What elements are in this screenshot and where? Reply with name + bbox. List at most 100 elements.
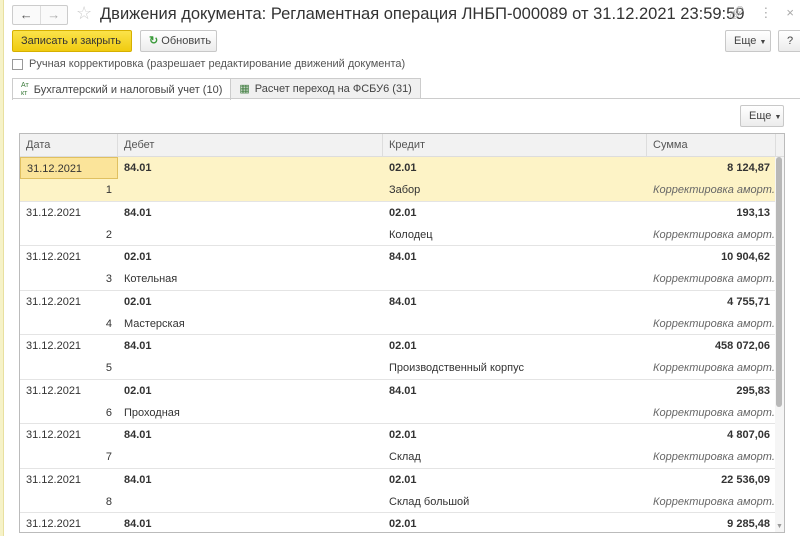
cell-content[interactable]: Корректировка аморт...	[647, 224, 776, 246]
cell-debit-subconto[interactable]	[118, 179, 383, 201]
cell-debit-subconto[interactable]	[118, 446, 383, 468]
page-title: Движения документа: Регламентная операци…	[100, 5, 745, 23]
cell-credit[interactable]: 02.01	[383, 157, 647, 179]
cell-date[interactable]: 31.12.2021	[20, 469, 118, 491]
cell-debit-subconto[interactable]	[118, 491, 383, 513]
cell-row-number: 3	[105, 273, 112, 285]
cell-debit-subconto[interactable]: Котельная	[118, 268, 383, 290]
column-header-credit[interactable]: Кредит	[383, 134, 647, 156]
cell-debit[interactable]: 84.01	[118, 157, 383, 179]
table-row[interactable]: 31.12.2021 84.01 02.01 8 124,87 1 Забор Корре…	[20, 157, 784, 202]
cell-credit[interactable]: 84.01	[383, 380, 647, 402]
cell-credit-subconto[interactable]: Колодец	[383, 224, 647, 246]
cell-debit-subconto[interactable]: Проходная	[118, 402, 383, 424]
cell-credit-subconto[interactable]: Склад большой	[383, 491, 647, 513]
cell-content[interactable]: Корректировка аморт...	[647, 313, 776, 335]
cell-debit-subconto[interactable]	[118, 357, 383, 379]
cell-row-number: 6	[105, 406, 112, 419]
table-row[interactable]: 31.12.2021 84.01 02.01 4 807,06 7 Склад Корре…	[20, 424, 784, 469]
cell-row-number: 5	[105, 362, 112, 374]
cell-row-number: 1	[105, 184, 112, 196]
help-button[interactable]: ?	[778, 30, 800, 52]
cell-date[interactable]: 31.12.2021	[20, 291, 118, 313]
link-icon[interactable]: 🔗︎	[729, 5, 746, 21]
cell-sum[interactable]: 4 755,71	[647, 291, 776, 313]
cell-credit-subconto[interactable]	[383, 402, 647, 424]
cell-date[interactable]: 31.12.2021	[20, 202, 118, 224]
cell-debit[interactable]: 84.01	[118, 469, 383, 491]
cell-credit-subconto[interactable]: Забор	[383, 179, 647, 201]
cell-debit-subconto[interactable]	[118, 224, 383, 246]
cell-credit-subconto[interactable]	[383, 313, 647, 335]
cell-debit[interactable]: 02.01	[118, 380, 383, 402]
cell-date[interactable]: 31.12.2021	[20, 335, 118, 357]
grid-more-button[interactable]: Еще ▼	[740, 105, 784, 127]
cell-sum[interactable]: 193,13	[647, 202, 776, 224]
back-button[interactable]: ←	[13, 6, 40, 24]
close-icon[interactable]: ×	[786, 5, 794, 21]
cell-credit-subconto[interactable]: Производственный корпус	[383, 357, 647, 379]
cell-sum[interactable]: 8 124,87	[647, 157, 776, 179]
table-row[interactable]: 31.12.2021 84.01 02.01 9 285,48	[20, 513, 784, 532]
cell-date[interactable]: 31.12.2021	[20, 246, 118, 268]
cell-debit[interactable]: 84.01	[118, 335, 383, 357]
cell-credit[interactable]: 84.01	[383, 246, 647, 268]
refresh-button[interactable]: ↻ Обновить	[140, 30, 217, 52]
column-header-date[interactable]: Дата	[20, 134, 118, 156]
cell-sum[interactable]: 458 072,06	[647, 335, 776, 357]
table-row[interactable]: 31.12.2021 02.01 84.01 295,83 6 Проходная Кор…	[20, 380, 784, 424]
cell-credit[interactable]: 02.01	[383, 424, 647, 446]
cell-credit-subconto[interactable]	[383, 268, 647, 290]
column-header-sum[interactable]: Сумма	[647, 134, 776, 156]
table-row[interactable]: 31.12.2021 02.01 84.01 10 904,62 3 Котельная…	[20, 246, 784, 291]
cell-debit-subconto[interactable]: Мастерская	[118, 313, 383, 335]
more-button[interactable]: Еще ▼	[725, 30, 771, 52]
cell-content[interactable]: Корректировка аморт...	[647, 491, 776, 513]
cell-credit[interactable]: 02.01	[383, 202, 647, 224]
nav-buttons: ← →	[12, 5, 68, 25]
cell-date[interactable]: 31.12.2021	[20, 513, 118, 532]
cell-content[interactable]: Корректировка аморт...	[647, 179, 776, 201]
more-vert-icon[interactable]: ⋮	[759, 5, 772, 21]
vertical-scrollbar[interactable]: ▼	[775, 157, 784, 532]
cell-date[interactable]: 31.12.2021	[20, 380, 118, 402]
cell-credit[interactable]: 02.01	[383, 513, 647, 532]
cell-debit[interactable]: 84.01	[118, 202, 383, 224]
table-row[interactable]: 31.12.2021 84.01 02.01 458 072,06 5 Производ…	[20, 335, 784, 380]
cell-credit-subconto[interactable]: Склад	[383, 446, 647, 468]
cell-sum[interactable]: 9 285,48	[647, 513, 776, 532]
favorite-star-icon[interactable]: ☆	[76, 3, 92, 24]
scroll-down-icon[interactable]: ▼	[775, 523, 784, 530]
left-edge	[0, 0, 4, 536]
cell-sum[interactable]: 22 536,09	[647, 469, 776, 491]
table-row[interactable]: 31.12.2021 84.01 02.01 193,13 2 Колодец Корре…	[20, 202, 784, 246]
window-controls: 🔗︎ ⋮ ×	[729, 5, 794, 21]
forward-button[interactable]: →	[39, 6, 68, 24]
column-header-debit[interactable]: Дебет	[118, 134, 383, 156]
cell-sum[interactable]: 10 904,62	[647, 246, 776, 268]
manual-correction-checkbox[interactable]: Ручная корректировка (разрешает редактир…	[12, 58, 405, 70]
cell-content[interactable]: Корректировка аморт...	[647, 268, 776, 290]
cell-sum[interactable]: 295,83	[647, 380, 776, 402]
cell-date[interactable]: 31.12.2021	[20, 157, 118, 179]
tab-accounting[interactable]: Ат кт Бухгалтерский и налоговый учет (10)	[12, 78, 232, 100]
tab-fsbu6[interactable]: ▦ Расчет переход на ФСБУ6 (31)	[230, 78, 421, 99]
table-icon: ▦	[239, 83, 250, 95]
cell-debit[interactable]: 02.01	[118, 291, 383, 313]
cell-credit[interactable]: 02.01	[383, 335, 647, 357]
cell-date[interactable]: 31.12.2021	[20, 424, 118, 446]
table-row[interactable]: 31.12.2021 02.01 84.01 4 755,71 4 Мастерская…	[20, 291, 784, 335]
cell-sum[interactable]: 4 807,06	[647, 424, 776, 446]
cell-content[interactable]: Корректировка аморт...	[647, 402, 776, 424]
cell-credit[interactable]: 02.01	[383, 469, 647, 491]
table-row[interactable]: 31.12.2021 84.01 02.01 22 536,09 8 Склад бол…	[20, 469, 784, 513]
scrollbar-thumb[interactable]	[776, 157, 782, 407]
cell-debit[interactable]: 84.01	[118, 424, 383, 446]
cell-credit[interactable]: 84.01	[383, 291, 647, 313]
checkbox-box[interactable]	[12, 58, 23, 70]
save-close-button[interactable]: Записать и закрыть	[12, 30, 132, 52]
cell-content[interactable]: Корректировка аморт...	[647, 446, 776, 468]
cell-content[interactable]: Корректировка аморт...	[647, 357, 776, 379]
cell-debit[interactable]: 02.01	[118, 246, 383, 268]
cell-debit[interactable]: 84.01	[118, 513, 383, 532]
